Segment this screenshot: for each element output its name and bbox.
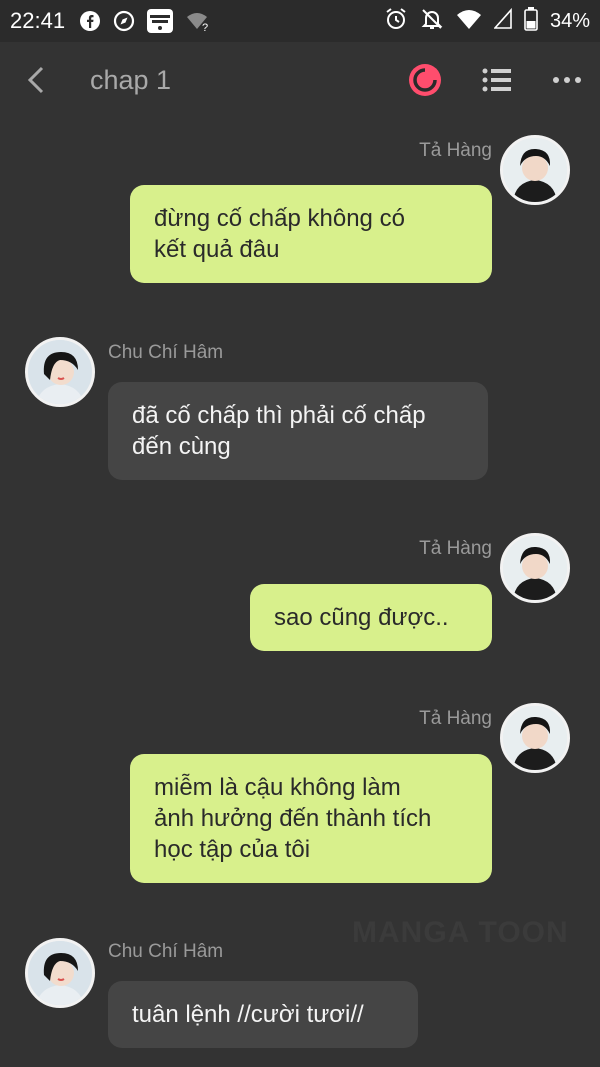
watermark: MANGA TOON	[352, 916, 569, 949]
svg-text:?: ?	[202, 22, 208, 32]
message-bubble[interactable]: tuân lệnh //cười tươi//	[108, 981, 418, 1048]
message-bubble[interactable]: đã cố chấp thì phải cố chấp đến cùng	[108, 382, 488, 480]
message-line: đến cùng	[132, 433, 231, 460]
message-line: đừng cố chấp không có	[154, 205, 405, 232]
bell-off-icon	[420, 7, 444, 36]
back-button[interactable]	[18, 60, 54, 100]
avatar[interactable]	[500, 703, 570, 773]
message-bubble[interactable]: sao cũng được..	[250, 584, 492, 651]
message-line: kết quả đâu	[154, 236, 280, 263]
signal-icon	[493, 7, 512, 35]
wifi-question-icon: ?	[185, 10, 211, 32]
wifi-icon	[456, 8, 482, 35]
top-bar: chap 1	[0, 42, 600, 118]
record-button[interactable]	[408, 63, 442, 97]
message-line: học tập của tôi	[154, 836, 311, 863]
battery-percent: 34%	[549, 9, 590, 32]
sender-name: Chu Chí Hâm	[108, 941, 224, 962]
message-line: miễm là cậu không làm	[154, 774, 401, 801]
message-bubble[interactable]: miễm là cậu không làm ảnh hưởng đến thàn…	[130, 754, 492, 883]
alarm-icon	[384, 7, 408, 36]
facebook-icon	[79, 10, 101, 32]
record-icon	[409, 64, 441, 96]
sender-name: Tả Hàng	[419, 538, 492, 559]
sender-name: Chu Chí Hâm	[108, 342, 224, 363]
compass-icon	[113, 10, 135, 32]
more-button[interactable]	[552, 76, 582, 84]
page-title: chap 1	[90, 64, 172, 95]
avatar[interactable]	[500, 533, 570, 603]
message-line: đã cố chấp thì phải cố chấp	[132, 402, 426, 429]
sender-name: Tả Hàng	[419, 140, 492, 161]
avatar[interactable]	[500, 135, 570, 205]
sender-name: Tả Hàng	[419, 708, 492, 729]
list-icon	[482, 68, 511, 92]
list-button[interactable]	[482, 68, 512, 92]
message-line: sao cũng được..	[274, 604, 449, 631]
avatar[interactable]	[25, 337, 95, 407]
avatar[interactable]	[25, 938, 95, 1008]
message-line: tuân lệnh //cười tươi//	[132, 1001, 364, 1028]
message-line: ảnh hưởng đến thành tích	[154, 805, 432, 832]
more-icon	[553, 77, 581, 83]
chevron-left-icon	[27, 66, 44, 94]
status-time: 22:41	[10, 8, 66, 33]
mangatoon-icon	[147, 9, 174, 33]
message-bubble[interactable]: đừng cố chấp không có kết quả đâu	[130, 185, 492, 283]
status-bar: 22:41 ? 34%	[0, 0, 600, 42]
battery-icon	[524, 6, 538, 36]
